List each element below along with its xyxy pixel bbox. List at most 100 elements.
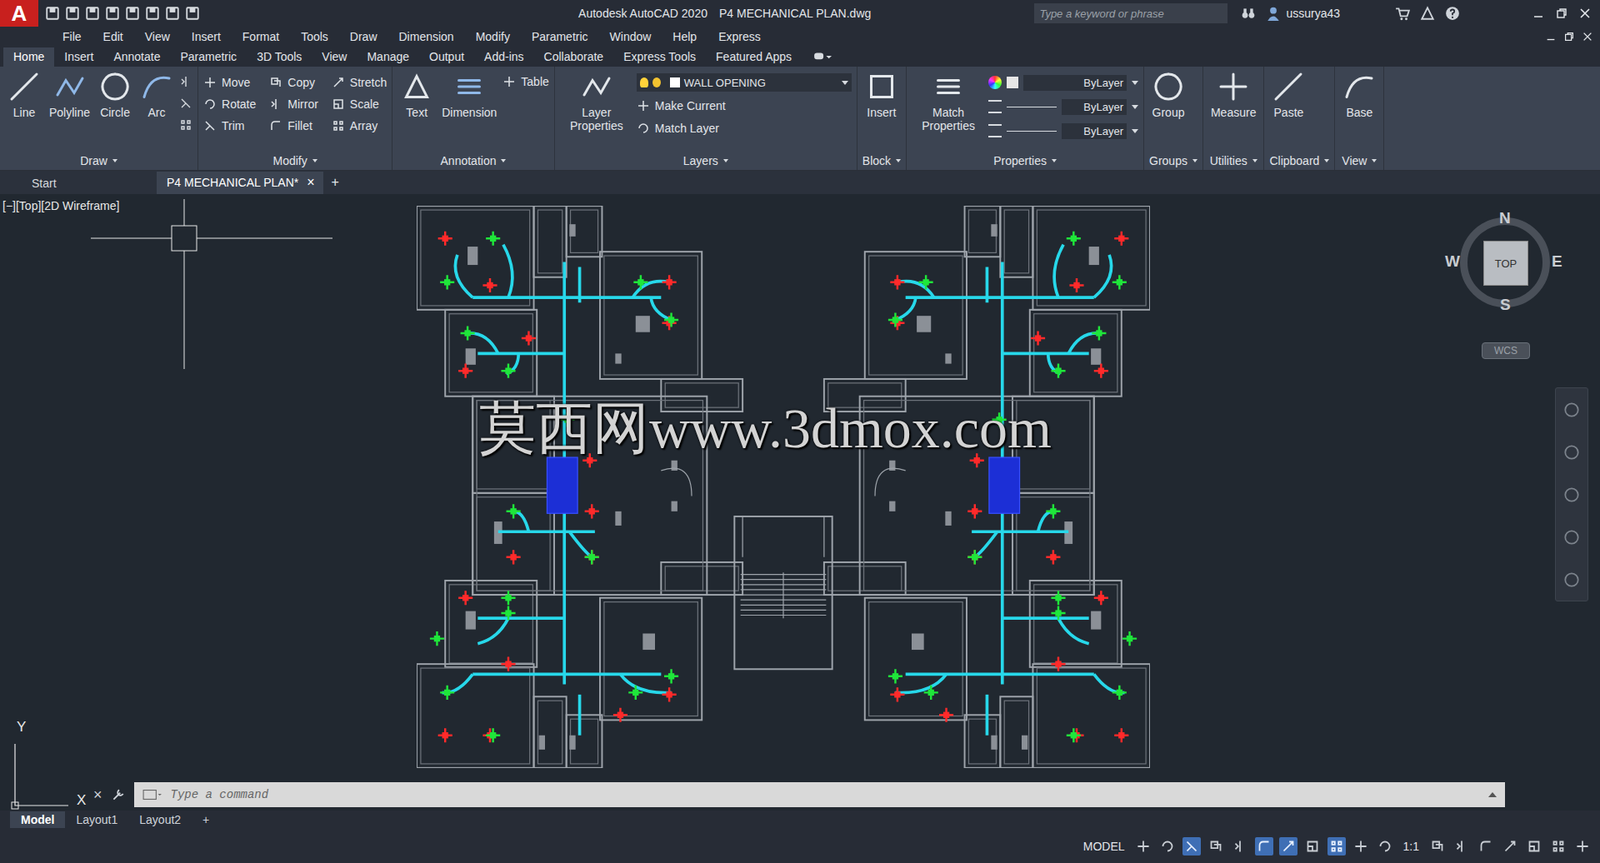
- ribbon-small-tool[interactable]: Fillet: [269, 116, 319, 135]
- ribbon-large-tool[interactable]: Paste: [1269, 70, 1308, 120]
- search-field[interactable]: Type a keyword or phrase: [1034, 3, 1228, 24]
- viewport-label[interactable]: [−][Top][2D Wireframe]: [2, 199, 120, 213]
- ribbon-large-tool[interactable]: Dimension: [439, 70, 500, 120]
- ribbon-small-tool[interactable]: Scale: [331, 95, 387, 114]
- app-logo[interactable]: A: [0, 0, 39, 27]
- help-icon[interactable]: [1445, 5, 1460, 21]
- panel-title[interactable]: View: [1340, 151, 1379, 170]
- quick-access-icon[interactable]: [105, 5, 120, 21]
- close-tab-button[interactable]: ×: [306, 175, 315, 190]
- ribbon-large-tool[interactable]: Polyline: [46, 70, 93, 120]
- ribbon-small-tool[interactable]: Rotate: [203, 95, 256, 114]
- property-dropdown[interactable]: ByLayer: [988, 121, 1139, 140]
- quick-access-icon[interactable]: [45, 5, 60, 21]
- ribbon-small-tool[interactable]: Copy: [269, 73, 319, 92]
- menu-item[interactable]: View: [134, 30, 181, 44]
- status-toggle-icon[interactable]: [1327, 837, 1346, 856]
- command-input[interactable]: Type a command: [134, 782, 1505, 808]
- status-tool-icon[interactable]: [1428, 837, 1447, 856]
- autodesk-icon[interactable]: [1420, 5, 1435, 21]
- status-tool-icon[interactable]: [1476, 837, 1495, 856]
- status-tool-icon[interactable]: [1500, 837, 1520, 856]
- tool-icon[interactable]: [179, 118, 193, 132]
- restore-icon[interactable]: [1563, 30, 1575, 43]
- menu-item[interactable]: Insert: [180, 30, 232, 44]
- status-tool-icon[interactable]: [1573, 837, 1592, 856]
- ribbon-small-tool[interactable]: Table: [502, 73, 549, 90]
- ribbon-small-tool[interactable]: Move: [203, 73, 256, 92]
- ribbon-large-tool[interactable]: Text: [397, 70, 436, 120]
- ribbon-tab[interactable]: Add-ins: [474, 47, 534, 67]
- ribbon-large-tool[interactable]: Circle: [95, 70, 135, 120]
- panel-title[interactable]: Clipboard: [1269, 151, 1330, 170]
- ribbon-large-tool[interactable]: Line: [5, 70, 44, 120]
- menu-item[interactable]: Window: [599, 30, 663, 44]
- navigation-tool-icon[interactable]: [1562, 570, 1581, 590]
- menu-item[interactable]: Modify: [465, 30, 521, 44]
- status-toggle-icon[interactable]: [1206, 837, 1225, 856]
- navigation-tool-icon[interactable]: [1562, 528, 1581, 547]
- ribbon-small-tool[interactable]: Trim: [203, 116, 256, 135]
- new-layout-button[interactable]: +: [191, 811, 220, 829]
- tool-icon[interactable]: [179, 96, 193, 110]
- navigation-tool-icon[interactable]: [1562, 485, 1581, 505]
- menu-item[interactable]: Dimension: [388, 30, 465, 44]
- compass-north[interactable]: N: [1499, 209, 1511, 228]
- user-icon[interactable]: [1265, 5, 1281, 21]
- menu-item[interactable]: Help: [661, 30, 708, 44]
- status-tool-icon[interactable]: [1549, 837, 1568, 856]
- status-toggle-icon[interactable]: [1230, 837, 1250, 856]
- customize-icon[interactable]: [110, 787, 126, 803]
- status-toggle-icon[interactable]: [1351, 837, 1370, 856]
- panel-title[interactable]: Groups: [1149, 151, 1198, 170]
- panel-title[interactable]: Block: [862, 151, 901, 170]
- ucs-menu[interactable]: WCS: [1481, 342, 1530, 360]
- ribbon-large-tool[interactable]: Group: [1149, 70, 1188, 120]
- status-toggle-icon[interactable]: [1303, 837, 1322, 856]
- restore-icon[interactable]: [1555, 6, 1569, 20]
- quick-access-icon[interactable]: [165, 5, 180, 21]
- tool-icon[interactable]: [179, 75, 193, 89]
- ribbon-tab[interactable]: Express Tools: [613, 47, 706, 67]
- compass-west[interactable]: W: [1445, 252, 1460, 271]
- status-toggle-icon[interactable]: [1279, 837, 1298, 856]
- compass-east[interactable]: E: [1551, 252, 1563, 271]
- ribbon-tab[interactable]: 3D Tools: [246, 47, 312, 67]
- ribbon-large-tool[interactable]: Measure: [1208, 70, 1259, 120]
- ribbon-large-tool[interactable]: Base: [1340, 70, 1379, 120]
- ribbon-tab[interactable]: Insert: [54, 47, 104, 67]
- close-icon[interactable]: [1578, 6, 1592, 20]
- file-tab[interactable]: P4 MECHANICAL PLAN* ×: [156, 171, 324, 195]
- menu-item[interactable]: Edit: [92, 30, 135, 44]
- binoculars-icon[interactable]: [1240, 5, 1256, 21]
- panel-title[interactable]: Layers: [560, 151, 852, 170]
- ribbon-tab[interactable]: Featured Apps: [705, 47, 802, 67]
- layout-tab[interactable]: Layout2: [128, 811, 192, 829]
- ribbon-tab[interactable]: Home: [3, 47, 55, 67]
- viewcube[interactable]: TOP N S E W WCS: [1453, 210, 1570, 370]
- ribbon-small-tool[interactable]: Mirror: [269, 95, 319, 114]
- quick-access-icon[interactable]: [85, 5, 100, 21]
- panel-title[interactable]: Utilities: [1208, 151, 1259, 170]
- status-toggle-icon[interactable]: [1134, 837, 1153, 856]
- viewcube-face[interactable]: TOP: [1483, 240, 1529, 286]
- cart-icon[interactable]: [1395, 5, 1410, 21]
- ribbon-options-icon[interactable]: [813, 50, 832, 63]
- floor-plan[interactable]: [416, 205, 1150, 769]
- ribbon-large-tool[interactable]: Insert: [862, 70, 901, 120]
- quick-access-icon[interactable]: [145, 5, 160, 21]
- ribbon-small-tool[interactable]: Make Current: [636, 97, 852, 115]
- ribbon-large-tool[interactable]: Match Properties: [911, 70, 985, 133]
- close-icon[interactable]: [1581, 30, 1594, 43]
- annotation-scale[interactable]: 1:1: [1400, 840, 1423, 854]
- status-toggle-icon[interactable]: [1375, 837, 1395, 856]
- panel-title[interactable]: Annotation: [397, 151, 550, 170]
- quick-access-icon[interactable]: [65, 5, 80, 21]
- layout-tab[interactable]: Layout1: [65, 811, 129, 829]
- panel-title[interactable]: Draw: [5, 151, 193, 170]
- navigation-tool-icon[interactable]: [1562, 443, 1581, 462]
- ribbon-tab[interactable]: Annotate: [103, 47, 170, 67]
- status-tool-icon[interactable]: [1452, 837, 1471, 856]
- compass-south[interactable]: S: [1500, 295, 1511, 315]
- minimize-icon[interactable]: [1531, 6, 1545, 20]
